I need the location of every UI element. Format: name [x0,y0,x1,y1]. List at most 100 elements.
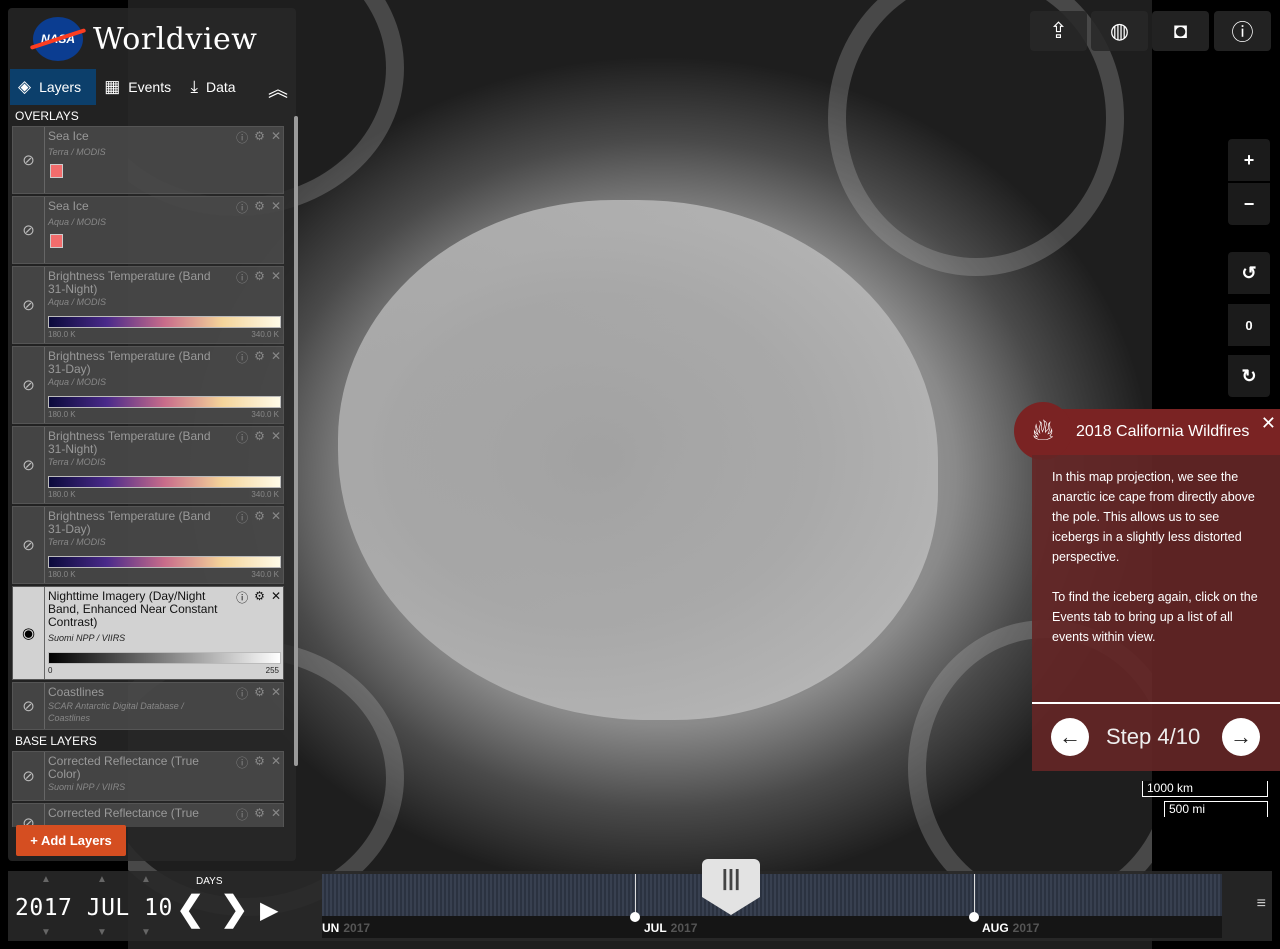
layer-item[interactable]: ⊘ Corrected Reflectance (True Color) Suo… [12,751,284,801]
nasa-logo: NASA [33,17,83,61]
previous-step-button[interactable]: ← [1051,718,1089,756]
close-icon[interactable]: ✕ [271,199,281,216]
tab-label: Events [128,79,172,95]
tab-data[interactable]: ⤓ Data [182,69,260,105]
visibility-toggle[interactable]: ⊘ [13,507,45,583]
zoom-in-button[interactable]: + [1228,139,1270,181]
month-label: AUG 2017 [982,921,1040,935]
close-icon[interactable]: ✕ [271,349,281,366]
info-icon[interactable]: ⓘ [236,269,248,286]
layer-item[interactable]: ⊘ Brightness Temperature (Band 31-Night)… [12,266,284,344]
layer-name: Corrected Reflectance (True Color) [48,754,199,781]
layer-source: Aqua / MODIS [48,377,107,387]
tab-layers[interactable]: ◈ Layers [10,69,97,105]
collapse-icon[interactable]: ︽ [260,69,296,105]
close-icon[interactable]: ✕ [1261,413,1276,434]
info-icon[interactable]: ⓘ [236,199,248,216]
visibility-toggle[interactable]: ⊘ [13,127,45,193]
current-date[interactable]: 2017 JUL 10 [15,895,173,921]
info-icon[interactable]: ⓘ [236,685,248,702]
info-icon[interactable]: ⓘ [236,129,248,146]
day-up-icon[interactable]: ▲ [132,874,160,885]
visibility-toggle[interactable]: ⊘ [13,427,45,503]
eye-hidden-icon: ⊘ [22,768,35,785]
close-icon[interactable]: ✕ [271,269,281,286]
scale-mi: 500 mi [1164,801,1268,817]
visibility-toggle[interactable]: ⊘ [13,804,45,827]
close-icon[interactable]: ✕ [271,509,281,526]
layer-item[interactable]: ⊘ Brightness Temperature (Band 31-Day) A… [12,346,284,424]
close-icon[interactable]: ✕ [271,589,281,606]
close-icon[interactable]: ✕ [271,685,281,702]
visibility-toggle[interactable]: ⊘ [13,752,45,800]
layer-name: Brightness Temperature (Band 31-Day) [48,509,211,536]
options-icon[interactable]: ⚙ [254,349,265,366]
layer-item[interactable]: ⊘ Sea Ice Terra / MODIS ⓘ ⚙ ✕ [12,126,284,194]
close-icon[interactable]: ✕ [271,754,281,771]
rotate-right-button[interactable]: ↻ [1228,355,1270,397]
close-icon[interactable]: ✕ [271,429,281,446]
layers-scrollbar[interactable] [294,116,298,766]
projection-button[interactable]: ◍ [1091,11,1148,51]
layer-item[interactable]: ⊘ Brightness Temperature (Band 31-Day) T… [12,506,284,584]
info-button[interactable]: ⓘ [1214,11,1271,51]
options-icon[interactable]: ⚙ [254,806,265,823]
next-step-button[interactable]: → [1222,718,1260,756]
visibility-toggle[interactable]: ⊘ [13,683,45,729]
options-icon[interactable]: ⚙ [254,589,265,606]
close-icon[interactable]: ✕ [271,129,281,146]
visibility-toggle[interactable]: ◉ [13,587,45,679]
close-icon[interactable]: ✕ [271,806,281,823]
timeline-handle[interactable]: ||| [702,859,762,917]
next-day-button[interactable]: ❯ [220,889,249,929]
layer-item[interactable]: ⊘ Corrected Reflectance (True ⓘ ⚙ ✕ [12,803,284,827]
zoom-out-button[interactable]: − [1228,183,1270,225]
timeline-track[interactable]: UN 2017 JUL 2017 AUG 2017 ||| [322,859,1222,938]
layer-item[interactable]: ⊘ Brightness Temperature (Band 31-Night)… [12,426,284,504]
tab-events[interactable]: ▦ Events [96,69,182,105]
layer-item[interactable]: ⊘ Coastlines SCAR Antarctic Digital Data… [12,682,284,730]
month-down-icon[interactable]: ▼ [88,927,116,938]
info-icon[interactable]: ⓘ [236,349,248,366]
info-icon[interactable]: ⓘ [236,509,248,526]
menu-icon[interactable]: ≡ [1257,895,1266,913]
layer-source: Terra / MODIS [48,537,106,547]
month-up-icon[interactable]: ▲ [88,874,116,885]
info-icon[interactable]: ⓘ [236,429,248,446]
options-icon[interactable]: ⚙ [254,129,265,146]
layer-source: Aqua / MODIS [48,217,107,227]
scale-max: 340.0 K [251,570,279,579]
options-icon[interactable]: ⚙ [254,754,265,771]
scale-min: 0 [48,666,53,675]
add-layers-button[interactable]: + Add Layers [16,825,126,856]
video-icon[interactable]: ▶ [260,896,278,925]
layer-item-active[interactable]: ◉ Nighttime Imagery (Day/Night Band, Enh… [12,586,284,680]
info-icon[interactable]: ⓘ [236,806,248,823]
rotation-reset-button[interactable]: 0 [1228,304,1270,346]
options-icon[interactable]: ⚙ [254,269,265,286]
rotate-right-icon: ↻ [1241,365,1257,386]
arrow-left-icon: ← [1059,724,1081,749]
sidebar-tabs: ◈ Layers ▦ Events ⤓ Data ︽ [10,69,296,105]
visibility-toggle[interactable]: ⊘ [13,267,45,343]
options-icon[interactable]: ⚙ [254,429,265,446]
rotate-left-button[interactable]: ↺ [1228,252,1270,294]
app-header: NASA Worldview [8,8,296,70]
snapshot-button[interactable]: ◘ [1152,11,1209,51]
options-icon[interactable]: ⚙ [254,509,265,526]
prev-day-button[interactable]: ❮ [176,889,205,929]
info-icon[interactable]: ⓘ [236,589,248,606]
layer-item[interactable]: ⊘ Sea Ice Aqua / MODIS ⓘ ⚙ ✕ [12,196,284,264]
info-icon[interactable]: ⓘ [236,754,248,771]
interval-label[interactable]: DAYS [196,876,223,887]
year-down-icon[interactable]: ▼ [32,927,60,938]
options-icon[interactable]: ⚙ [254,685,265,702]
share-button[interactable]: ⇪ [1030,11,1087,51]
day-down-icon[interactable]: ▼ [132,927,160,938]
year-up-icon[interactable]: ▲ [32,874,60,885]
visibility-toggle[interactable]: ⊘ [13,347,45,423]
color-swatch [50,234,63,248]
visibility-toggle[interactable]: ⊘ [13,197,45,263]
layer-source: Terra / MODIS [48,147,106,157]
options-icon[interactable]: ⚙ [254,199,265,216]
